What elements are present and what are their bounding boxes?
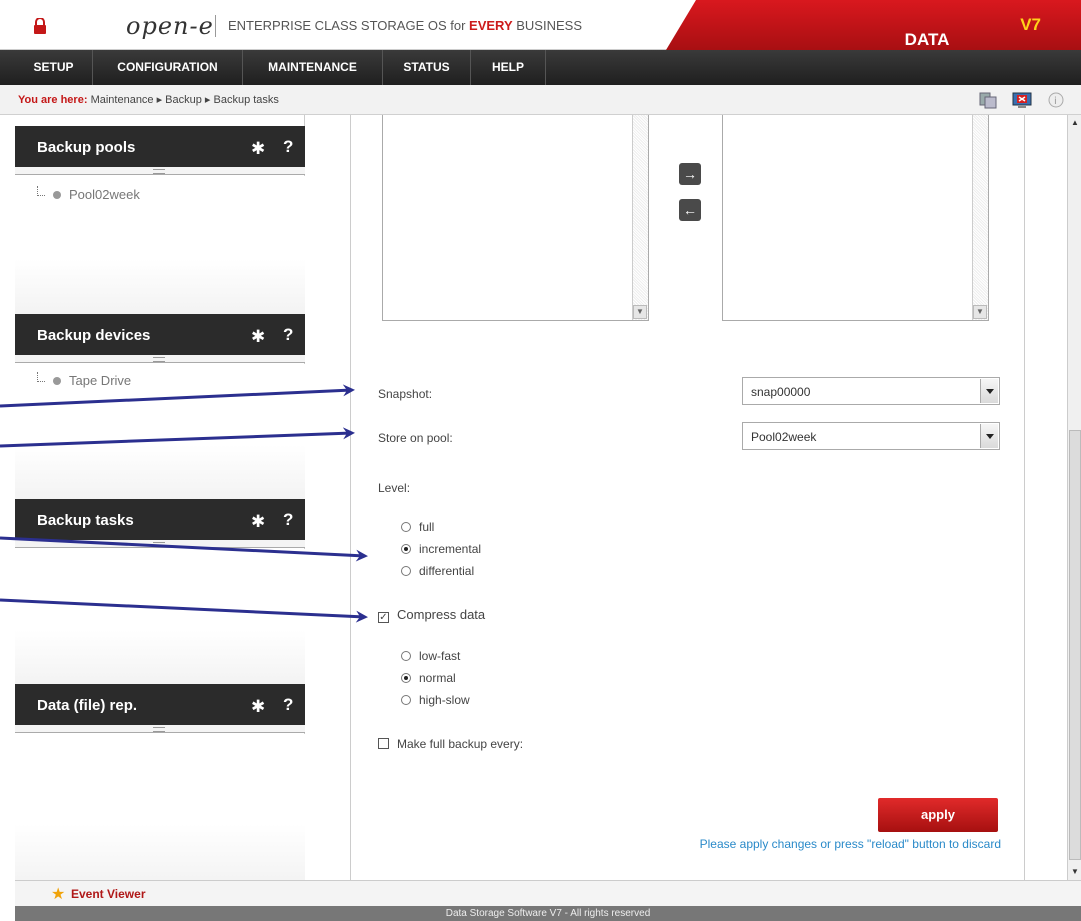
tree-item-device[interactable]: Tape Drive — [37, 372, 131, 388]
menu-maintenance[interactable]: MAINTENANCE — [243, 50, 383, 85]
help-icon[interactable]: ? — [283, 137, 293, 157]
database-icon[interactable] — [978, 90, 998, 110]
level-label: Level: — [378, 481, 411, 495]
scroll-up-icon[interactable]: ▲ — [1069, 117, 1081, 129]
menu-setup[interactable]: SETUP — [15, 50, 93, 85]
product-brand: DATA STORAGE SOFTWARE V7 — [666, 0, 1081, 50]
scroll-down-button[interactable]: ▼ — [973, 305, 987, 319]
help-icon[interactable]: ? — [283, 325, 293, 345]
snapshot-select[interactable]: snap00000 — [742, 377, 1000, 405]
radio-level-incremental[interactable]: incremental — [401, 542, 481, 556]
panel-body-backup-tasks — [15, 549, 305, 684]
tagline: ENTERPRISE CLASS STORAGE OS for EVERY BU… — [228, 18, 582, 33]
help-icon[interactable]: ? — [283, 510, 293, 530]
full-backup-checkbox[interactable]: Make full backup every: — [378, 737, 523, 751]
apply-hint: Please apply changes or press "reload" b… — [699, 837, 1001, 851]
logo: open-e — [126, 12, 214, 40]
panel-header-backup-pools: Backup pools ✱ ? — [15, 126, 305, 171]
left-gutter — [0, 115, 15, 921]
info-icon[interactable]: i — [1046, 90, 1066, 110]
lock-icon — [34, 18, 46, 34]
radio-level-full[interactable]: full — [401, 520, 434, 534]
svg-text:i: i — [1054, 96, 1057, 107]
divider — [215, 15, 216, 37]
compress-data-checkbox[interactable]: ✓ Compress data — [378, 607, 485, 623]
panel-resize-handle[interactable] — [15, 167, 305, 175]
panel-resize-handle[interactable] — [15, 540, 305, 548]
radio-compress-high-slow[interactable]: high-slow — [401, 693, 470, 707]
scroll-down-icon[interactable]: ▼ — [1069, 866, 1081, 878]
radio-level-differential[interactable]: differential — [401, 564, 474, 578]
breadcrumb-bar: You are here: Maintenance ▸ Backup ▸ Bac… — [0, 85, 1081, 115]
help-icon[interactable]: ? — [283, 695, 293, 715]
dropdown-arrow-icon[interactable] — [980, 379, 998, 403]
star-icon: ★ — [51, 886, 66, 903]
app-window: open-e ENTERPRISE CLASS STORAGE OS for E… — [0, 0, 1081, 921]
panel-resize-handle[interactable] — [15, 725, 305, 733]
available-list[interactable]: ▼ — [382, 115, 649, 321]
store-on-pool-label: Store on pool: — [378, 431, 453, 445]
pool-select[interactable]: Pool02week — [742, 422, 1000, 450]
menu-help[interactable]: HELP — [471, 50, 546, 85]
gear-icon[interactable]: ✱ — [251, 697, 265, 717]
scroll-thumb[interactable] — [1069, 430, 1081, 860]
menu-configuration[interactable]: CONFIGURATION — [93, 50, 243, 85]
page-scrollbar[interactable]: ▲ ▼ — [1067, 115, 1081, 880]
scrollbar[interactable] — [632, 115, 648, 320]
snapshot-label: Snapshot: — [378, 387, 433, 401]
event-viewer-bar[interactable]: ★ Event Viewer — [15, 880, 1081, 906]
gear-icon[interactable]: ✱ — [251, 512, 265, 532]
arrow-left-icon[interactable]: ← — [679, 199, 701, 221]
footer: Data Storage Software V7 - All rights re… — [15, 906, 1081, 921]
panel-header-data-rep: Data (file) rep. ✱ ? — [15, 684, 305, 729]
main-content: ▼ → ← ▼ Snapshot: snap00000 Store on poo… — [350, 115, 1025, 880]
panel-header-backup-devices: Backup devices ✱ ? — [15, 314, 305, 359]
apply-button[interactable]: apply — [878, 798, 998, 832]
panel-header-backup-tasks: Backup tasks ✱ ? — [15, 499, 305, 544]
logout-icon[interactable] — [1012, 90, 1032, 110]
breadcrumb: You are here: Maintenance ▸ Backup ▸ Bac… — [18, 94, 279, 106]
panel-body-data-rep — [15, 734, 305, 884]
main-menu: SETUP CONFIGURATION MAINTENANCE STATUS H… — [0, 50, 1081, 85]
gear-icon[interactable]: ✱ — [251, 139, 265, 159]
panel-body-backup-pools: Pool02week — [15, 176, 305, 314]
menu-status[interactable]: STATUS — [383, 50, 471, 85]
scroll-down-button[interactable]: ▼ — [633, 305, 647, 319]
panel-body-backup-devices: Tape Drive — [15, 364, 305, 499]
left-sidebar: Backup pools ✱ ? Pool02week Backup devic… — [15, 115, 305, 885]
panel-resize-handle[interactable] — [15, 355, 305, 363]
top-header: open-e ENTERPRISE CLASS STORAGE OS for E… — [0, 0, 1081, 50]
dropdown-arrow-icon[interactable] — [980, 424, 998, 448]
tree-item-pool[interactable]: Pool02week — [37, 186, 140, 202]
event-viewer-link[interactable]: Event Viewer — [71, 887, 145, 901]
arrow-right-icon[interactable]: → — [679, 163, 701, 185]
radio-compress-low-fast[interactable]: low-fast — [401, 649, 460, 663]
gear-icon[interactable]: ✱ — [251, 327, 265, 347]
radio-compress-normal[interactable]: normal — [401, 671, 456, 685]
scrollbar[interactable] — [972, 115, 988, 320]
selected-list[interactable]: ▼ — [722, 115, 989, 321]
